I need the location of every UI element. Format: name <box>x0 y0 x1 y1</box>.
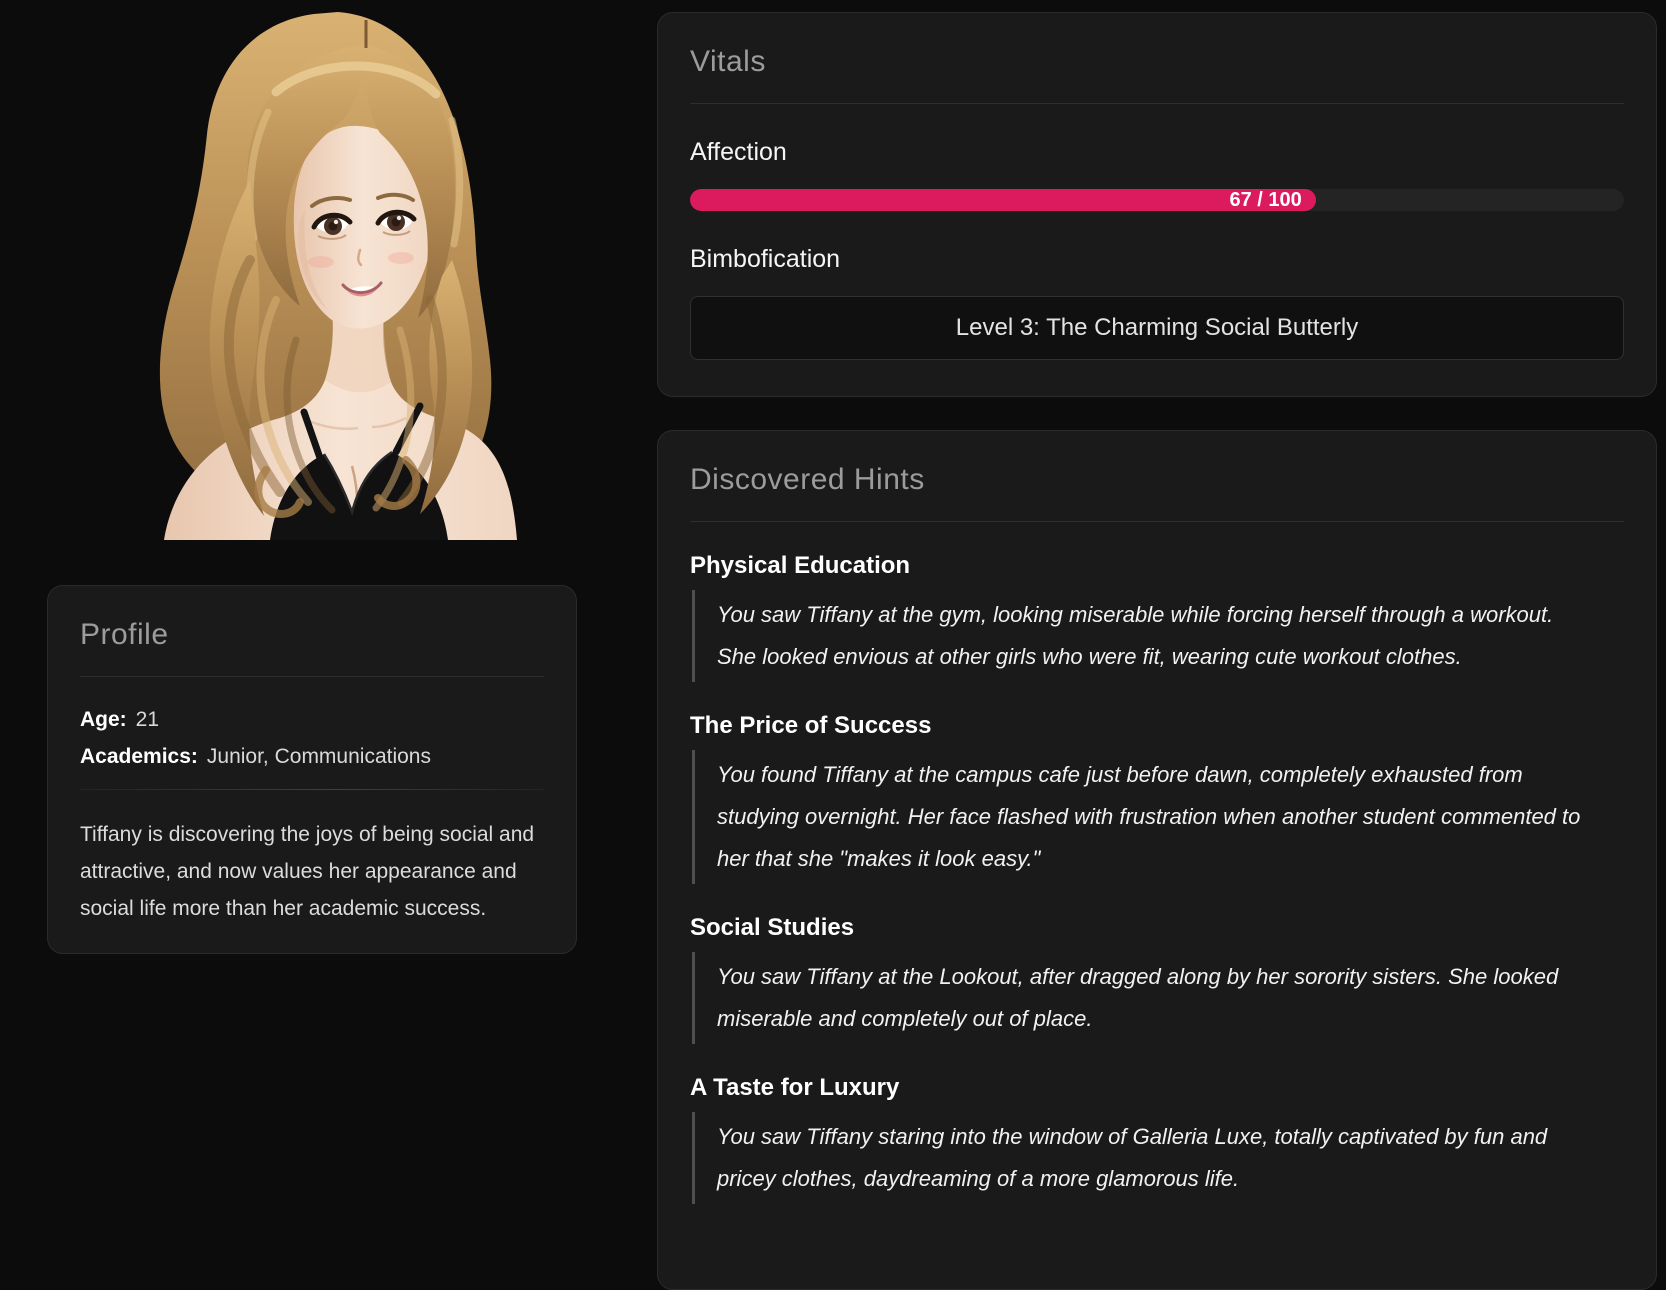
hint-quote: You saw Tiffany at the gym, looking mise… <box>692 590 1624 682</box>
hint-item: Social Studies You saw Tiffany at the Lo… <box>690 914 1624 1044</box>
divider <box>80 676 544 677</box>
profile-field-value: Junior, Communications <box>207 745 431 768</box>
hint-quote: You found Tiffany at the campus cafe jus… <box>692 750 1624 884</box>
affection-progress-value: 67 / 100 <box>1229 189 1301 211</box>
hint-title: Physical Education <box>690 552 1624 580</box>
hints-card-title: Discovered Hints <box>690 463 1624 497</box>
profile-description: Tiffany is discovering the joys of being… <box>80 816 544 927</box>
character-portrait <box>100 0 520 540</box>
profile-field-label: Age: <box>80 708 127 731</box>
hint-item: Physical Education You saw Tiffany at th… <box>690 552 1624 682</box>
hint-title: Social Studies <box>690 914 1624 942</box>
profile-card-title: Profile <box>80 618 544 652</box>
divider <box>690 103 1624 104</box>
character-portrait-illustration <box>100 0 520 540</box>
hint-item: The Price of Success You found Tiffany a… <box>690 712 1624 884</box>
discovered-hints-card: Discovered Hints Physical Education You … <box>657 430 1657 1290</box>
profile-field: Academics: Junior, Communications <box>80 738 544 775</box>
bimbofication-label: Bimbofication <box>690 245 1624 274</box>
profile-card: Profile Age: 21 Academics: Junior, Communi… <box>47 585 577 954</box>
affection-label: Affection <box>690 138 1624 167</box>
profile-field-label: Academics: <box>80 745 198 768</box>
hint-item: A Taste for Luxury You saw Tiffany stari… <box>690 1074 1624 1204</box>
profile-field-value: 21 <box>136 708 159 731</box>
bimbofication-level-display: Level 3: The Charming Social Butterly <box>690 296 1624 360</box>
affection-progress-bar: 67 / 100 <box>690 189 1624 211</box>
affection-progress-fill: 67 / 100 <box>690 189 1316 211</box>
divider <box>80 789 544 790</box>
profile-fields: Age: 21 Academics: Junior, Communications <box>80 701 544 775</box>
vitals-card: Vitals Affection 67 / 100 Bimbofication … <box>657 12 1657 397</box>
hint-quote: You saw Tiffany at the Lookout, after dr… <box>692 952 1624 1044</box>
hint-title: A Taste for Luxury <box>690 1074 1624 1102</box>
hints-list: Physical Education You saw Tiffany at th… <box>690 552 1624 1204</box>
hint-quote: You saw Tiffany staring into the window … <box>692 1112 1624 1204</box>
vitals-card-title: Vitals <box>690 45 1624 79</box>
divider <box>690 521 1624 522</box>
hint-title: The Price of Success <box>690 712 1624 740</box>
profile-field: Age: 21 <box>80 701 544 738</box>
